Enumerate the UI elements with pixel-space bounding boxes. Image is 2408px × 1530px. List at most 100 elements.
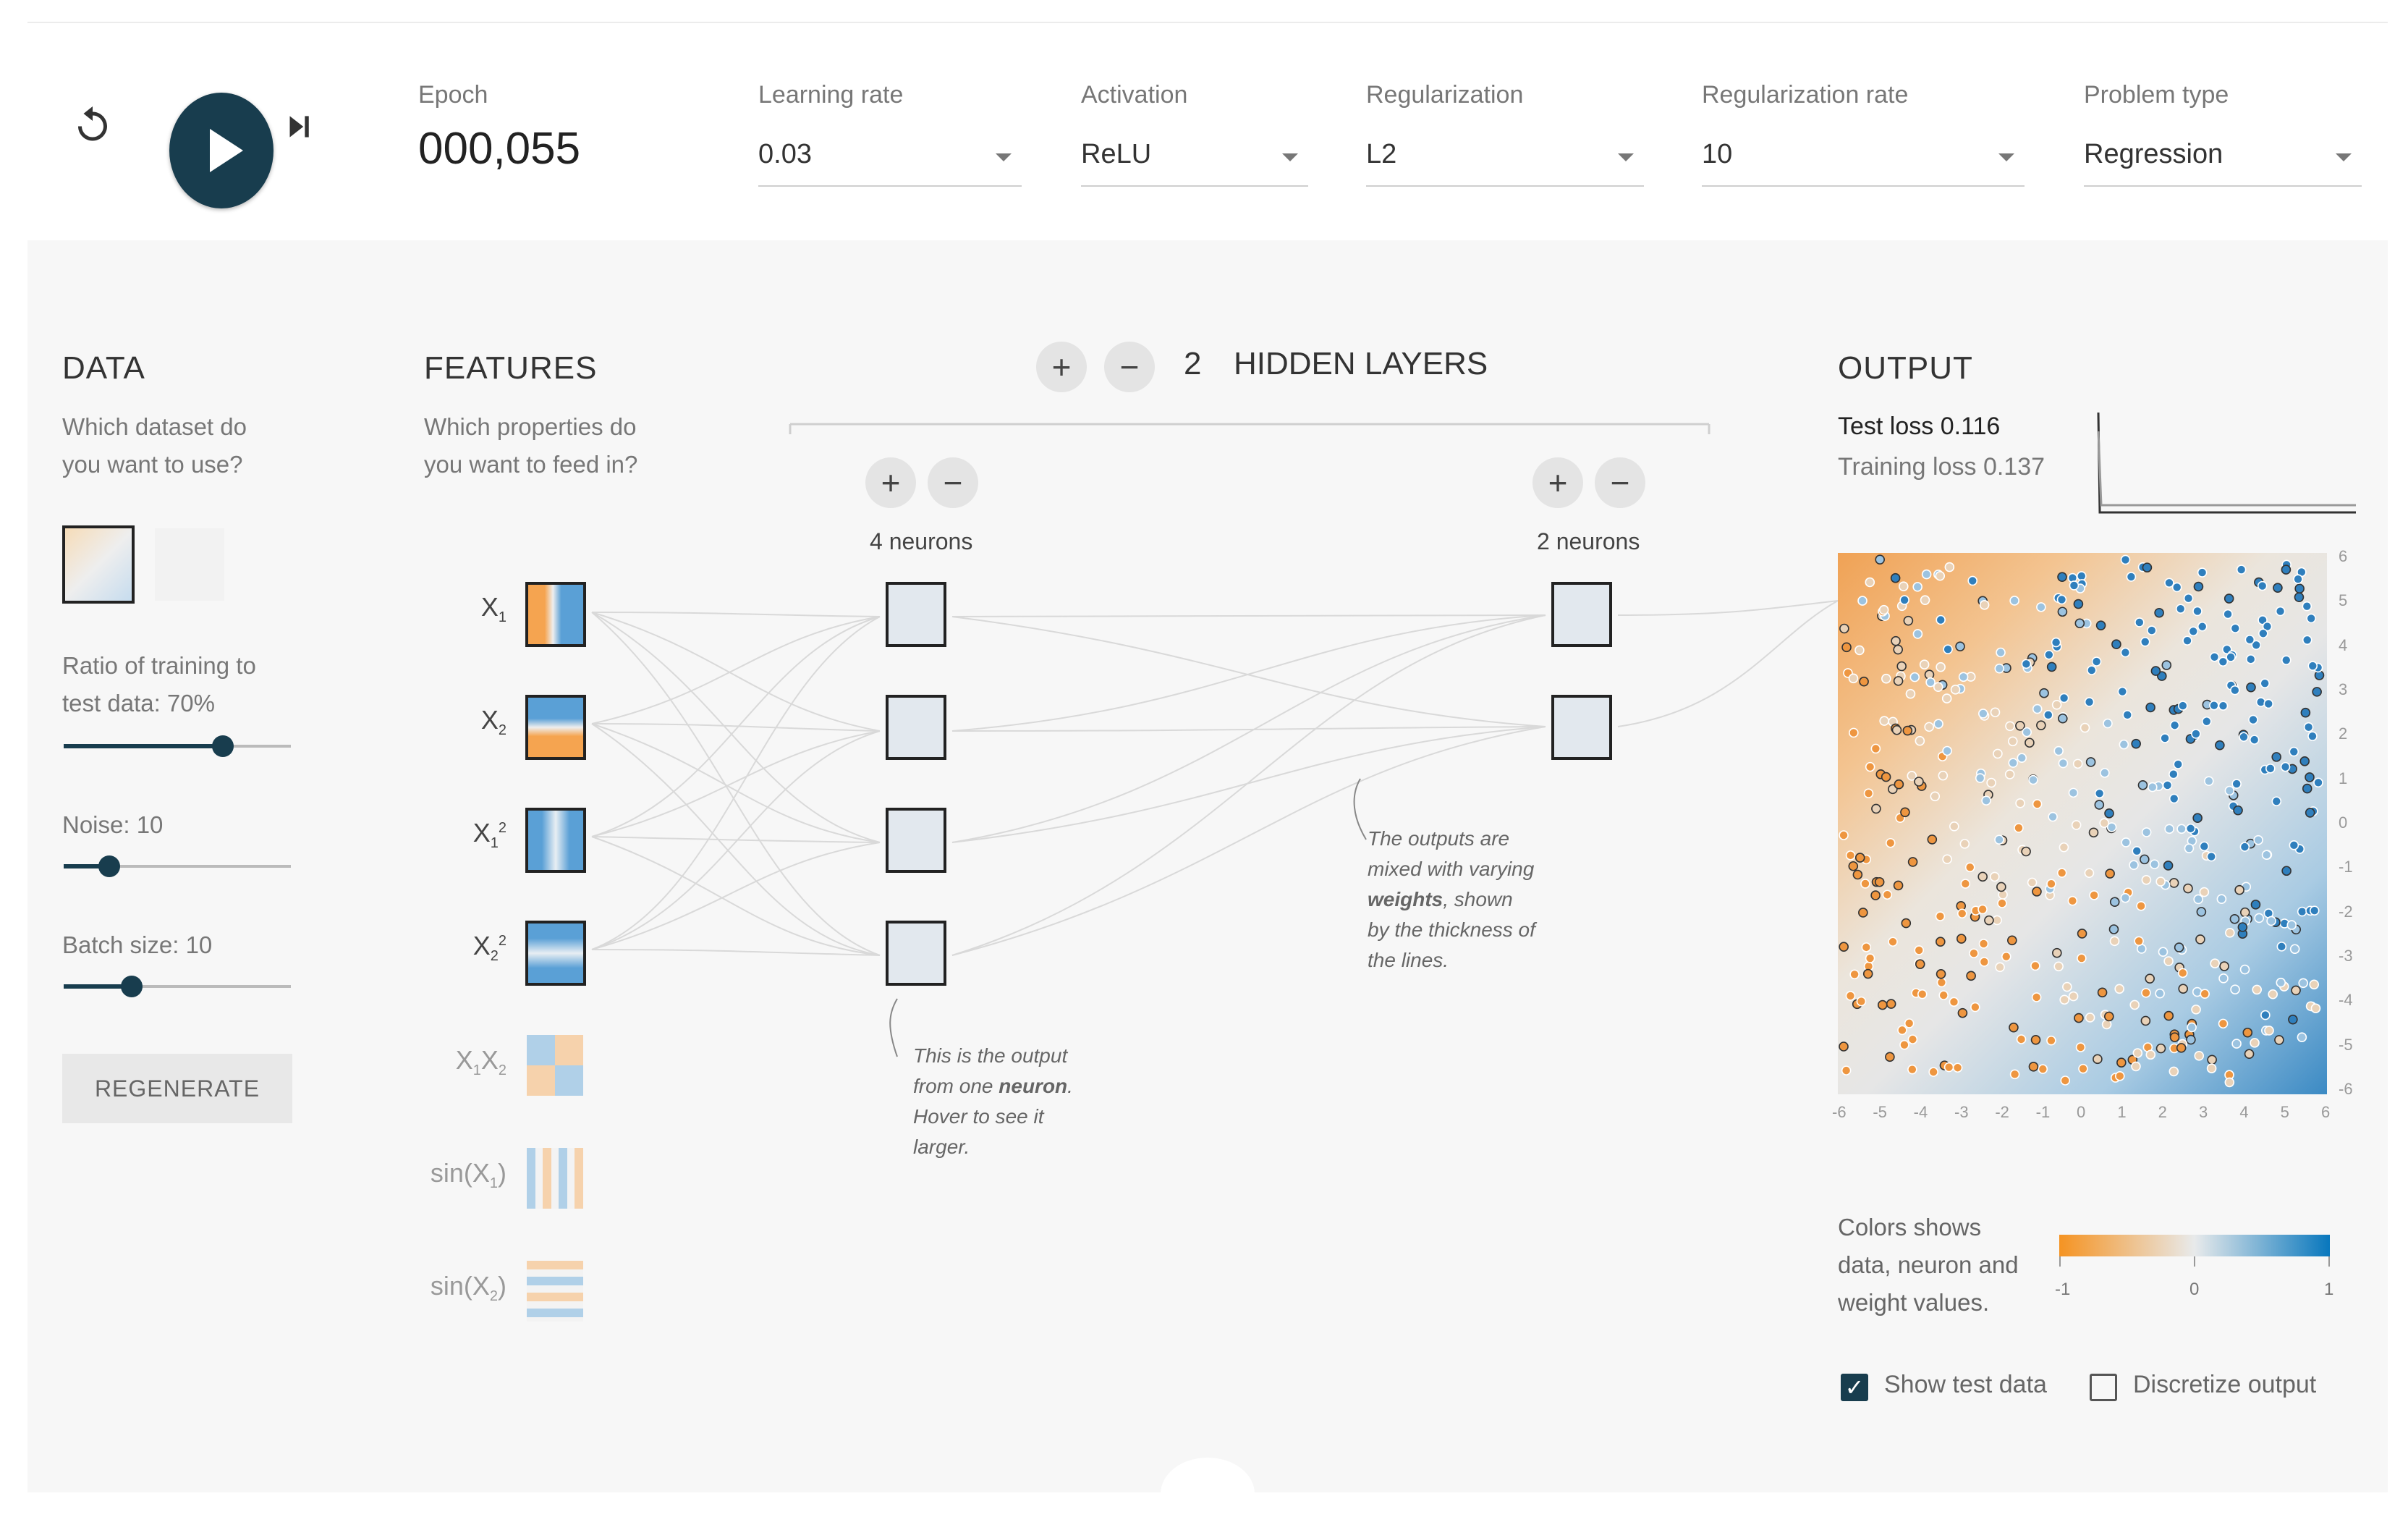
data-point bbox=[2117, 686, 2128, 697]
data-point bbox=[2009, 1022, 2019, 1033]
data-point bbox=[2136, 901, 2146, 911]
data-point bbox=[2095, 620, 2106, 630]
checkbox-checked-icon[interactable]: ✓ bbox=[1841, 1374, 1868, 1401]
data-point bbox=[1839, 623, 1849, 634]
data-point bbox=[2206, 851, 2217, 862]
data-point bbox=[1870, 743, 1881, 754]
data-point bbox=[2134, 617, 2145, 627]
neuron-l1-4[interactable] bbox=[886, 921, 946, 986]
data-point bbox=[2145, 702, 2155, 713]
data-point bbox=[1942, 745, 1952, 756]
data-point bbox=[2178, 701, 2188, 711]
data-point bbox=[2039, 688, 2049, 698]
neuron-l1-3[interactable] bbox=[886, 808, 946, 873]
feature-x1[interactable] bbox=[525, 582, 586, 647]
feature-x1x2[interactable] bbox=[527, 1035, 583, 1096]
neuron-l2-2[interactable] bbox=[1551, 695, 1612, 760]
legend-line: data, neuron and bbox=[1838, 1251, 2019, 1278]
data-point bbox=[2289, 840, 2299, 850]
feature-sin-x1[interactable] bbox=[527, 1148, 583, 1209]
data-point bbox=[2268, 989, 2278, 999]
data-point bbox=[2299, 756, 2310, 766]
data-point bbox=[2145, 973, 2155, 984]
data-point bbox=[2254, 913, 2265, 924]
note-line: the lines. bbox=[1368, 949, 1449, 971]
checkbox-unchecked-icon[interactable] bbox=[2090, 1374, 2117, 1401]
data-point bbox=[1950, 685, 1961, 695]
data-point bbox=[2184, 843, 2195, 853]
loss-chart bbox=[2097, 412, 2356, 514]
y-tick-label: 0 bbox=[2339, 813, 2348, 832]
data-point bbox=[2025, 737, 2035, 748]
neuron-l1-2[interactable] bbox=[886, 695, 946, 760]
data-point bbox=[2266, 916, 2276, 926]
feature-sin-x2[interactable] bbox=[527, 1261, 583, 1322]
feature-x1-squared[interactable] bbox=[525, 808, 586, 873]
data-point bbox=[1879, 716, 1889, 726]
data-point bbox=[2231, 779, 2242, 789]
data-point bbox=[1862, 968, 1873, 979]
data-point bbox=[2297, 1032, 2307, 1043]
data-point bbox=[2085, 757, 2096, 767]
y-tick-label: -5 bbox=[2339, 1035, 2353, 1054]
data-point bbox=[1986, 777, 1996, 788]
data-point bbox=[2215, 740, 2225, 751]
data-point bbox=[1863, 788, 1874, 798]
data-point bbox=[1849, 969, 1860, 980]
data-point bbox=[2097, 987, 2108, 998]
neuron-l1-1[interactable] bbox=[886, 582, 946, 647]
data-point bbox=[2194, 1051, 2205, 1061]
data-point bbox=[2134, 936, 2144, 947]
hidden-layers-label: HIDDEN LAYERS bbox=[1233, 346, 1488, 381]
data-point bbox=[1893, 676, 1904, 686]
data-point bbox=[2057, 606, 2068, 617]
data-point bbox=[2088, 827, 2099, 838]
data-point bbox=[2132, 846, 2142, 856]
data-point bbox=[2142, 562, 2153, 572]
data-point bbox=[2001, 951, 2011, 962]
discretize-output-toggle[interactable]: Discretize output bbox=[2090, 1371, 2336, 1407]
show-test-data-toggle[interactable]: ✓ Show test data bbox=[1841, 1371, 2065, 1407]
note-line: weights, shown bbox=[1368, 888, 1513, 910]
data-point bbox=[2111, 639, 2121, 650]
add-neuron-layer2-button[interactable]: + bbox=[1532, 457, 1583, 508]
data-point bbox=[1993, 748, 2003, 759]
data-point bbox=[2197, 621, 2208, 632]
data-point bbox=[1996, 882, 2006, 892]
remove-neuron-layer2-button[interactable]: − bbox=[1595, 457, 1645, 508]
feature-x2-squared[interactable] bbox=[525, 921, 586, 986]
color-legend-text: Colors shows data, neuron and weight val… bbox=[1838, 1209, 2019, 1322]
remove-layer-button[interactable]: − bbox=[1104, 342, 1155, 392]
data-point bbox=[2300, 707, 2311, 718]
data-point bbox=[2249, 735, 2260, 745]
note-line: This is the output bbox=[913, 1044, 1068, 1067]
note-line: larger. bbox=[913, 1136, 970, 1158]
data-point bbox=[1854, 853, 1865, 863]
data-point bbox=[2218, 973, 2229, 984]
data-point bbox=[2237, 922, 2248, 932]
data-point bbox=[2223, 593, 2234, 604]
data-point bbox=[2169, 878, 2179, 888]
data-point bbox=[1874, 876, 1885, 887]
data-point bbox=[1893, 644, 1904, 655]
data-point bbox=[1841, 1065, 1852, 1075]
note-line: from one neuron. bbox=[913, 1075, 1073, 1097]
data-point bbox=[1903, 615, 1914, 626]
data-point bbox=[2183, 593, 2194, 604]
data-point bbox=[2162, 780, 2173, 790]
add-layer-button[interactable]: + bbox=[1036, 342, 1087, 392]
data-point bbox=[2078, 1063, 2088, 1074]
remove-neuron-layer1-button[interactable]: − bbox=[928, 457, 978, 508]
discretize-output-label: Discretize output bbox=[2133, 1371, 2317, 1398]
data-point bbox=[1933, 719, 1943, 729]
data-point bbox=[2246, 682, 2256, 693]
neuron-l2-1[interactable] bbox=[1551, 582, 1612, 647]
data-point bbox=[2022, 727, 2032, 737]
data-point bbox=[2149, 859, 2160, 869]
data-point bbox=[2273, 583, 2283, 593]
data-point bbox=[2155, 988, 2165, 999]
data-point bbox=[1944, 562, 1955, 572]
feature-x2[interactable] bbox=[525, 695, 586, 760]
data-point bbox=[2094, 800, 2105, 810]
add-neuron-layer1-button[interactable]: + bbox=[865, 457, 916, 508]
